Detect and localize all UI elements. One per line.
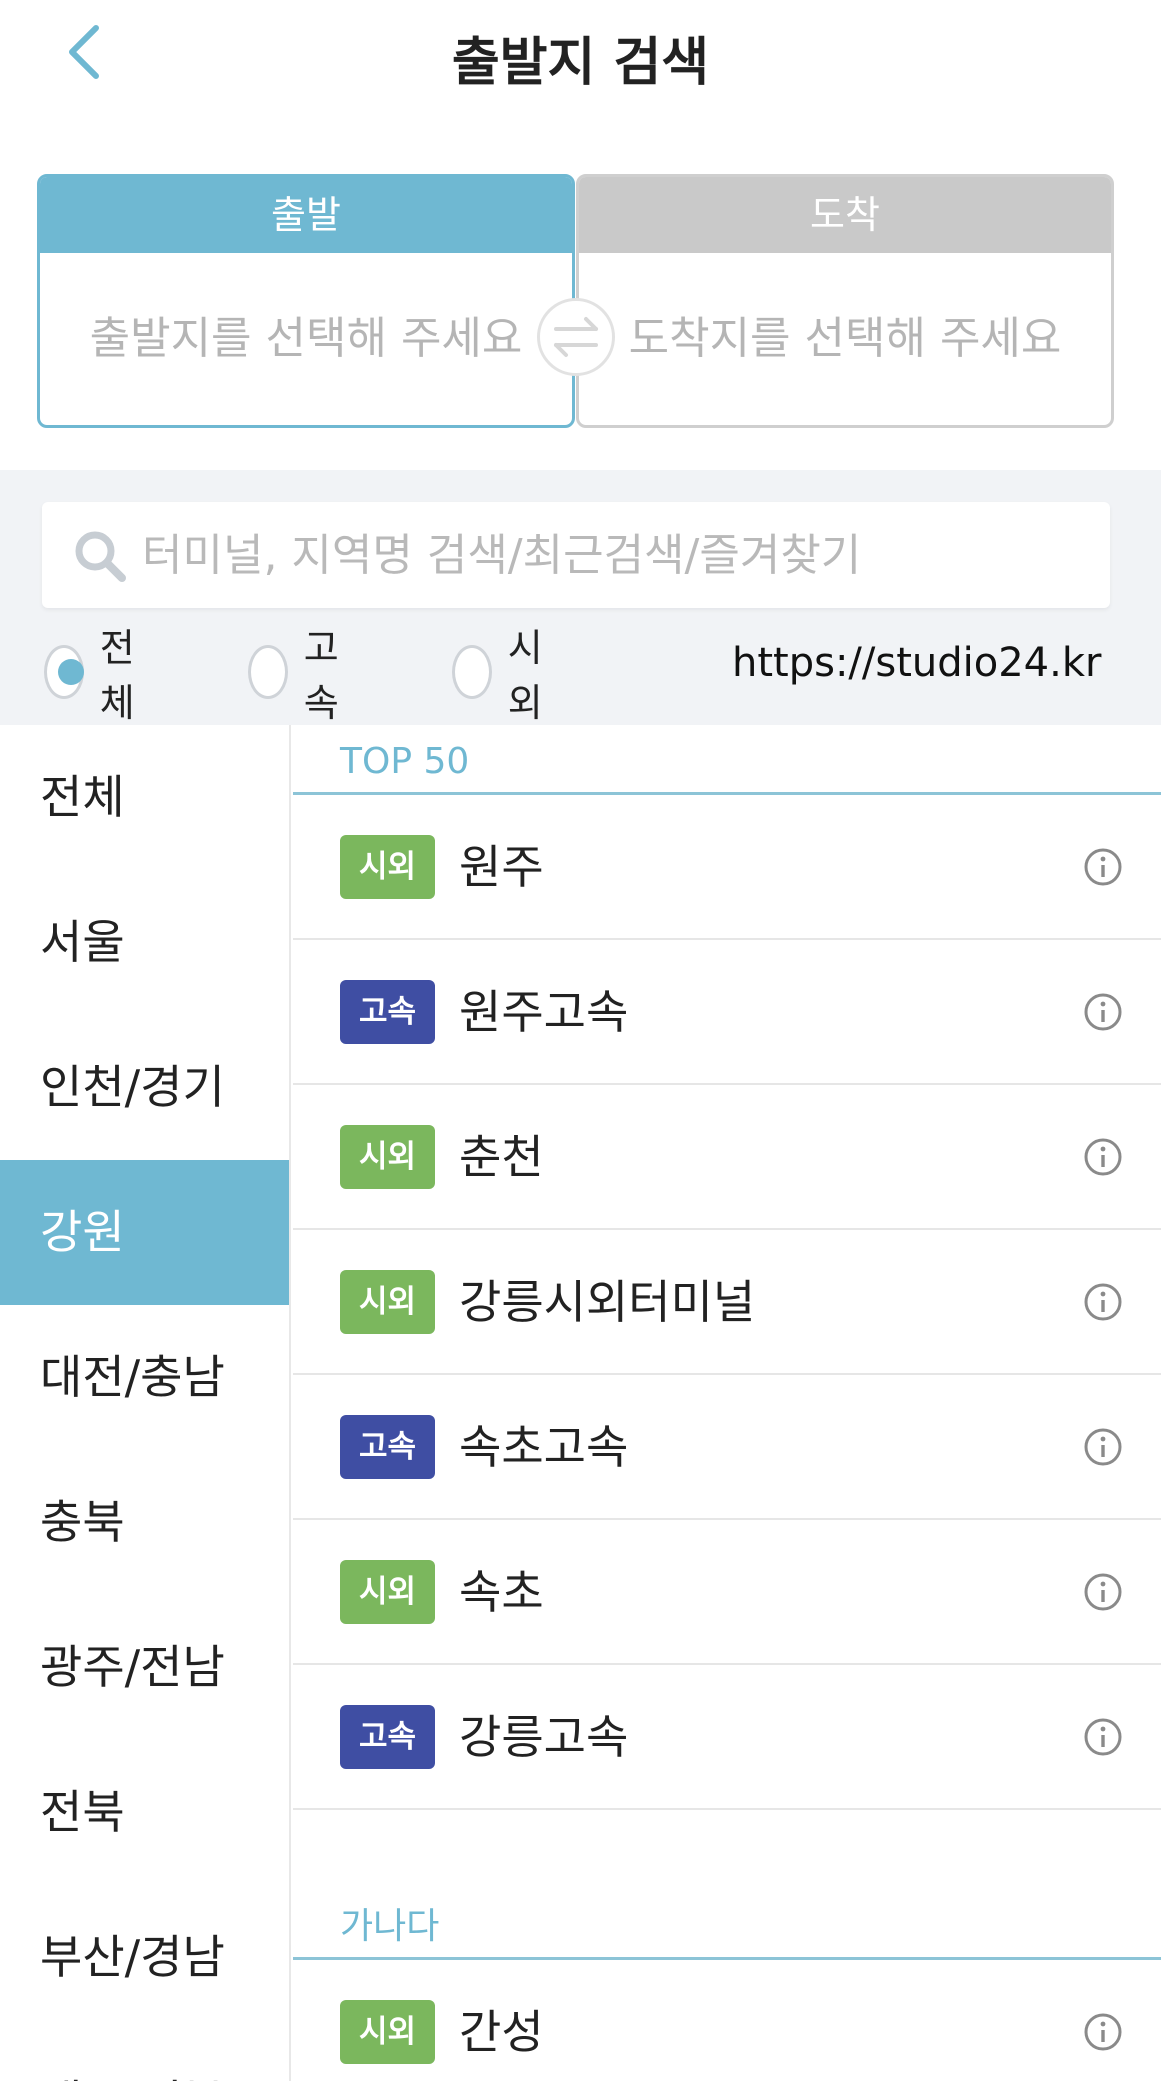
watermark-text: https://studio24.kr <box>732 640 1102 686</box>
type-badge: 시외 <box>340 2000 435 2064</box>
sidebar-item-chungbuk[interactable]: 충북 <box>0 1450 289 1595</box>
sidebar-item-incheon-gyeonggi[interactable]: 인천/경기 <box>0 1015 289 1160</box>
station-name: 춘천 <box>459 1130 544 1184</box>
search-input[interactable] <box>142 502 1092 608</box>
filter-radio-intercity[interactable]: 시외 <box>452 626 557 725</box>
sidebar-item-gwangju-jeonnam[interactable]: 광주/전남 <box>0 1595 289 1740</box>
departure-label: 출발 <box>40 177 572 253</box>
type-badge: 고속 <box>340 1705 435 1769</box>
info-circle-icon[interactable] <box>1083 1137 1123 1177</box>
departure-placeholder: 출발지를 선택해 주세요 <box>89 313 523 364</box>
station-name: 원주고속 <box>459 985 629 1039</box>
station-row[interactable]: 시외 속초 <box>293 1520 1161 1665</box>
radio-circle <box>452 645 492 699</box>
route-selector: 출발 출발지를 선택해 주세요 도착 도착지를 선택해 주세요 <box>0 130 1161 470</box>
sidebar-item-seoul[interactable]: 서울 <box>0 870 289 1015</box>
station-name: 원주 <box>459 840 544 894</box>
search-zone: 전체 고속 시외 https://studio24.kr <box>0 470 1161 725</box>
sidebar-item-jeonbuk[interactable]: 전북 <box>0 1740 289 1885</box>
search-box[interactable] <box>42 502 1110 608</box>
station-row[interactable]: 시외 원주 <box>293 795 1161 940</box>
region-sidebar: 전체 서울 인천/경기 강원 대전/충남 충북 광주/전남 전북 부산/경남 대… <box>0 725 291 2081</box>
arrival-box[interactable]: 도착 도착지를 선택해 주세요 <box>576 174 1114 428</box>
station-row[interactable]: 시외 춘천 <box>293 1085 1161 1230</box>
info-circle-icon[interactable] <box>1083 2012 1123 2052</box>
info-circle-icon[interactable] <box>1083 1717 1123 1757</box>
type-badge: 고속 <box>340 980 435 1044</box>
app-header: 출발지 검색 <box>0 0 1161 130</box>
swap-arrows-icon <box>554 317 598 357</box>
type-badge: 시외 <box>340 1270 435 1334</box>
station-row[interactable]: 고속 원주고속 <box>293 940 1161 1085</box>
radio-label: 시외 <box>507 626 543 725</box>
magnifier-icon <box>75 531 126 582</box>
radio-circle <box>248 645 288 699</box>
station-name: 강릉고속 <box>459 1710 629 1764</box>
page-title: 출발지 검색 <box>451 33 710 93</box>
info-circle-icon[interactable] <box>1083 847 1123 887</box>
station-list: TOP 50 시외 원주 고속 원주고속 시외 춘천 시외 강릉시외터미널 고속… <box>293 725 1161 2081</box>
sidebar-item-daejeon-chungnam[interactable]: 대전/충남 <box>0 1305 289 1450</box>
station-row[interactable]: 고속 강릉고속 <box>293 1665 1161 1810</box>
radio-label: 전체 <box>99 626 135 725</box>
type-badge: 시외 <box>340 1560 435 1624</box>
arrival-placeholder: 도착지를 선택해 주세요 <box>628 313 1062 364</box>
station-name: 속초고속 <box>459 1420 629 1474</box>
filter-radio-express[interactable]: 고속 <box>248 626 353 725</box>
station-name: 속초 <box>459 1565 544 1619</box>
swap-button[interactable] <box>537 298 615 376</box>
station-name: 강릉시외터미널 <box>459 1275 756 1329</box>
type-badge: 시외 <box>340 1125 435 1189</box>
station-row[interactable]: 고속 속초고속 <box>293 1375 1161 1520</box>
section-header-top50: TOP 50 <box>293 725 1161 795</box>
type-badge: 고속 <box>340 1415 435 1479</box>
radio-circle <box>44 645 84 699</box>
filter-radio-all[interactable]: 전체 <box>44 626 149 725</box>
sidebar-item-busan-gyeongnam[interactable]: 부산/경남 <box>0 1885 289 2030</box>
departure-box[interactable]: 출발 출발지를 선택해 주세요 <box>37 174 575 428</box>
arrival-label: 도착 <box>579 177 1111 253</box>
sidebar-item-gangwon[interactable]: 강원 <box>0 1160 289 1305</box>
station-row[interactable]: 시외 강릉시외터미널 <box>293 1230 1161 1375</box>
radio-label: 고속 <box>303 626 339 725</box>
info-circle-icon[interactable] <box>1083 992 1123 1032</box>
section-header-alphabetical: 가나다 <box>293 1890 1161 1960</box>
station-name: 간성 <box>459 2005 544 2059</box>
station-row[interactable]: 시외 간성 <box>293 1960 1161 2081</box>
type-badge: 시외 <box>340 835 435 899</box>
info-circle-icon[interactable] <box>1083 1282 1123 1322</box>
info-circle-icon[interactable] <box>1083 1427 1123 1467</box>
sidebar-item-all[interactable]: 전체 <box>0 725 289 870</box>
sidebar-item-daegu-gyeongbuk[interactable]: 대구/경북 <box>0 2030 289 2081</box>
info-circle-icon[interactable] <box>1083 1572 1123 1612</box>
